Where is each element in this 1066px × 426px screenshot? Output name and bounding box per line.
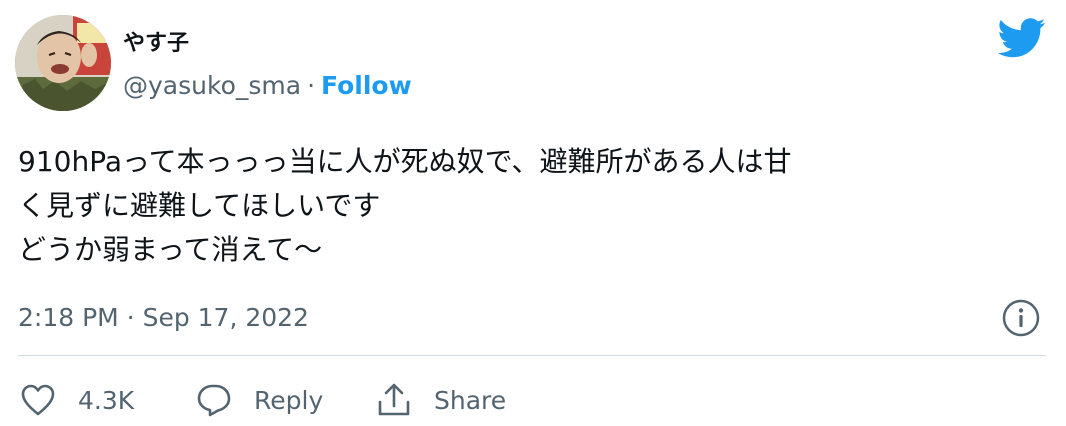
tweet-line: どうか弱まって消えて〜 <box>18 233 323 266</box>
info-icon[interactable] <box>1001 298 1041 338</box>
share-icon <box>378 383 410 416</box>
reply-button[interactable]: Reply <box>196 380 323 420</box>
heart-icon <box>21 384 55 416</box>
handle-separator: · <box>307 71 316 100</box>
divider <box>18 355 1046 356</box>
handle-row: @yasuko_sma · Follow <box>123 70 412 102</box>
like-count: 4.3K <box>78 385 135 415</box>
user-handle[interactable]: @yasuko_sma <box>123 71 301 100</box>
reply-bubble-icon <box>197 384 231 417</box>
tweet-timestamp[interactable]: 2:18 PM · Sep 17, 2022 <box>18 301 309 335</box>
tweet-line: く見ずに避難してほしいです <box>18 189 381 222</box>
share-button[interactable]: Share <box>376 380 506 420</box>
reply-label: Reply <box>254 385 324 415</box>
avatar[interactable] <box>15 15 111 111</box>
tweet-line: 910hPaって本っっっ当に人が死ぬ奴で、避難所がある人は甘 <box>18 145 792 178</box>
like-button[interactable]: 4.3K <box>20 380 134 420</box>
twitter-bird-icon[interactable] <box>998 18 1046 58</box>
tweet-text: 910hPaって本っっっ当に人が死ぬ奴で、避難所がある人は甘 く見ずに避難してほ… <box>18 140 1048 272</box>
display-name[interactable]: やす子 <box>123 30 189 58</box>
follow-button[interactable]: Follow <box>321 71 412 100</box>
share-label: Share <box>434 385 507 415</box>
